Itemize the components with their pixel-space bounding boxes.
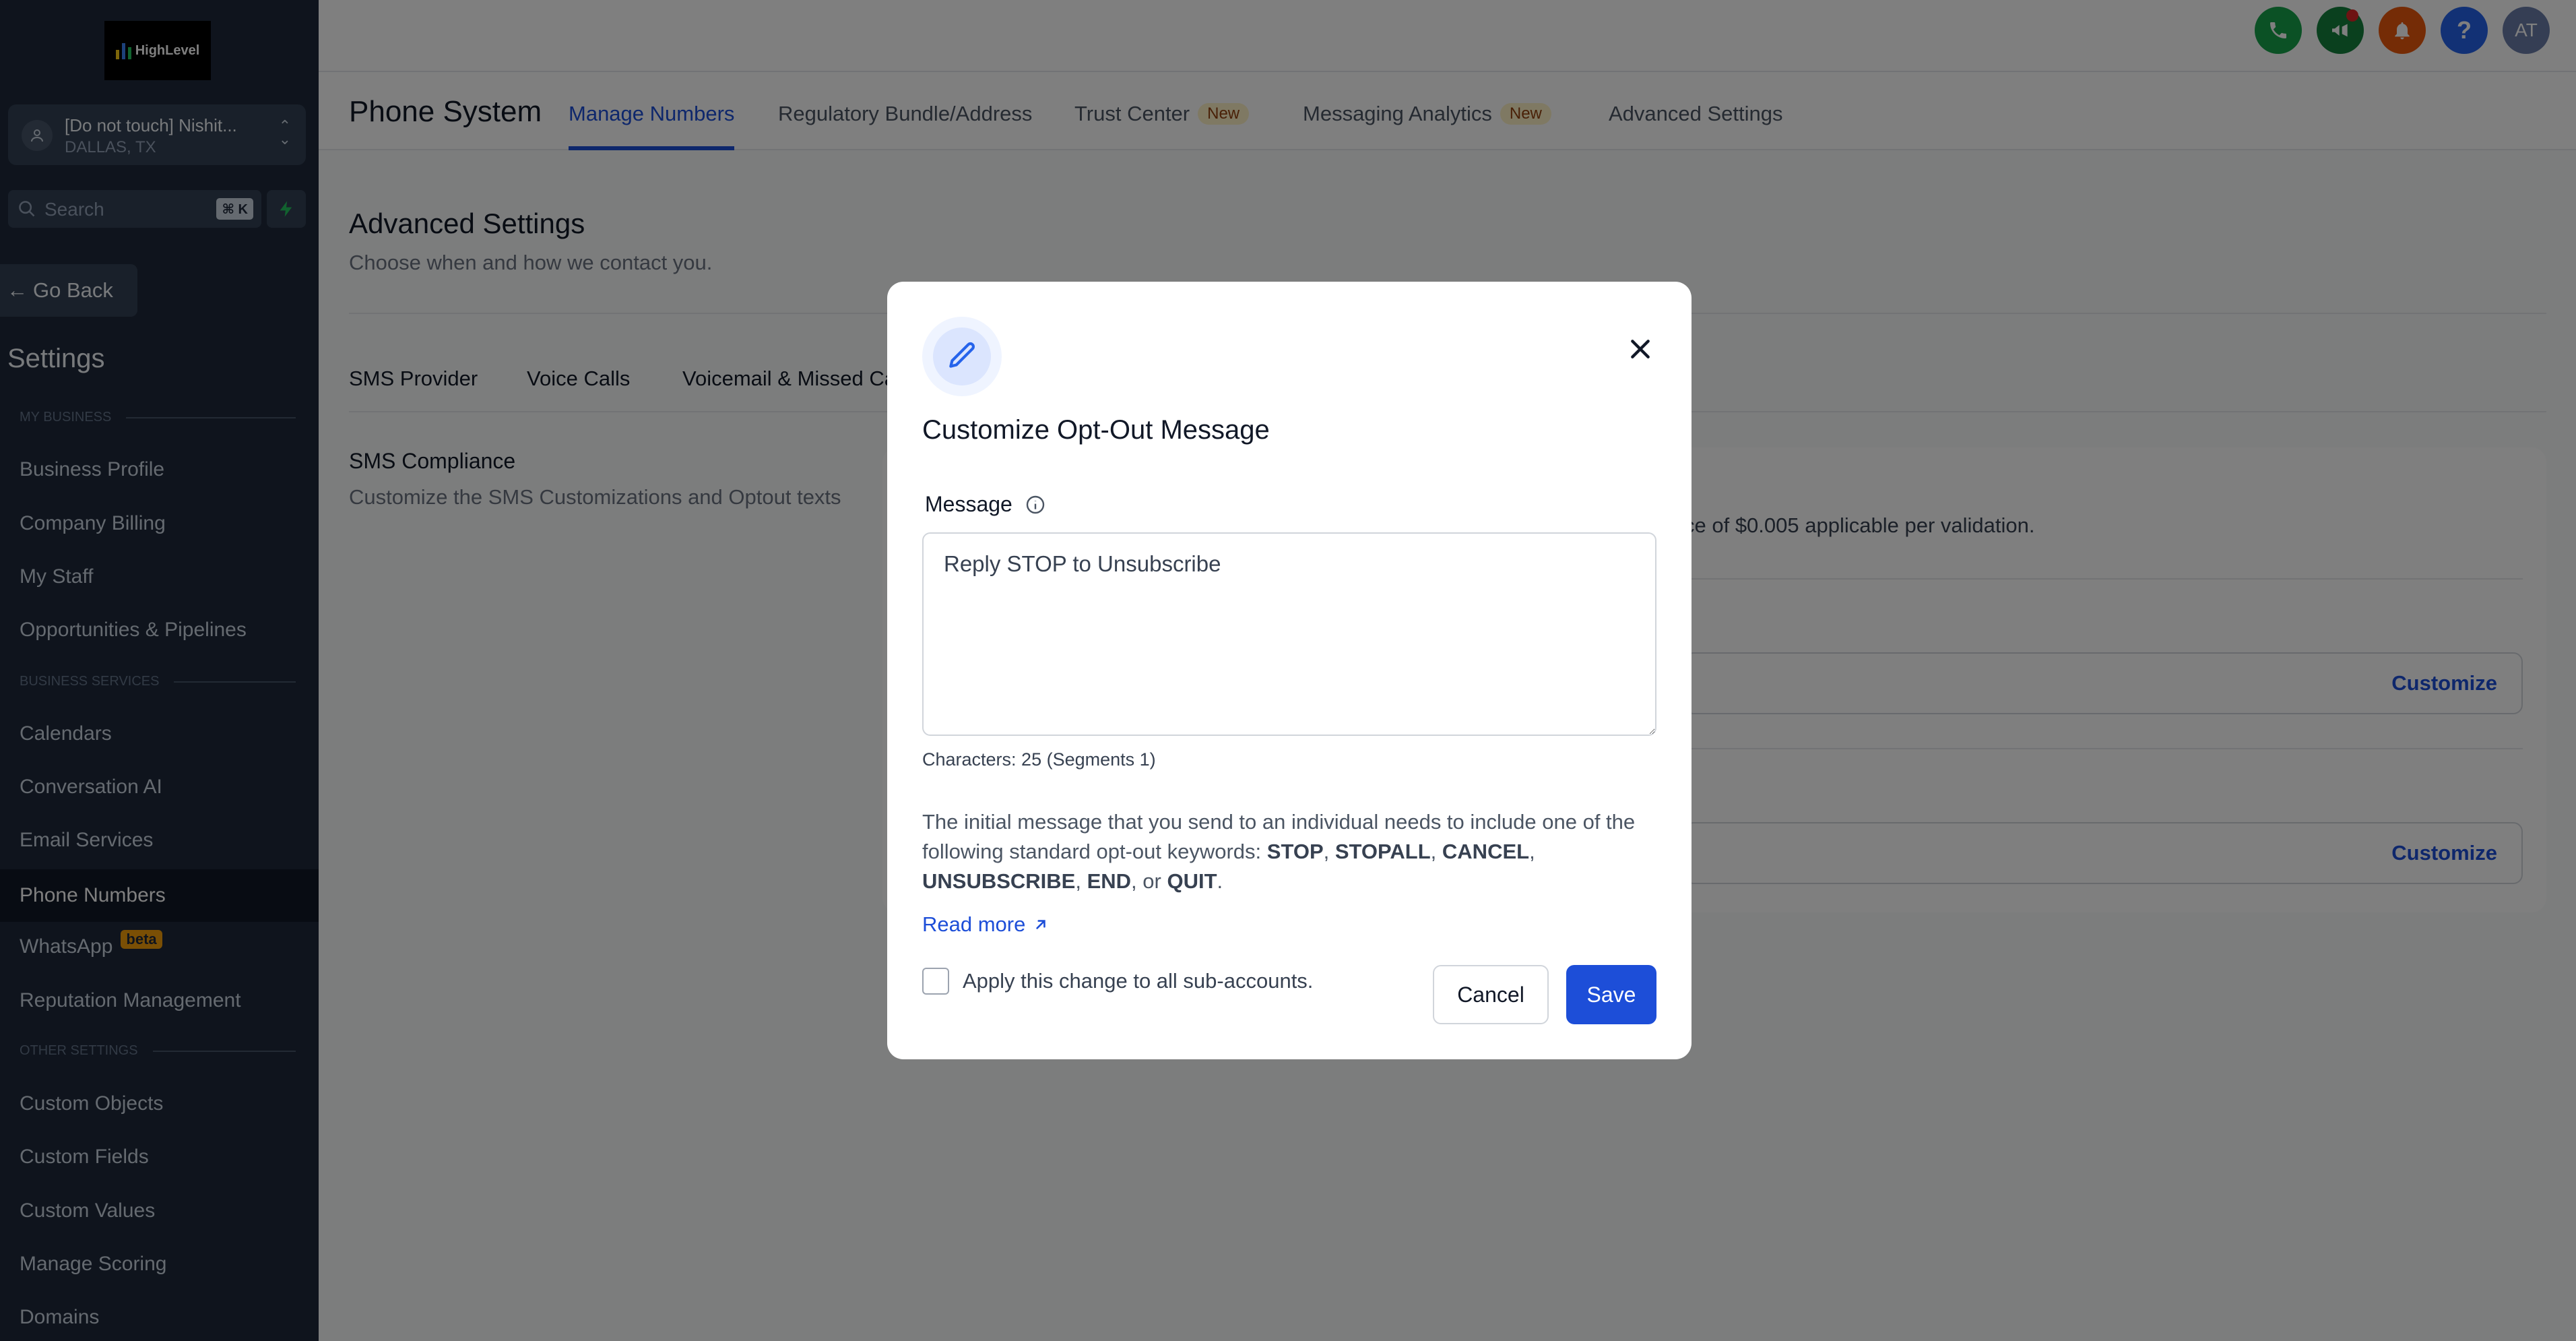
close-icon[interactable] <box>1627 336 1654 363</box>
message-textarea[interactable]: Reply STOP to Unsubscribe <box>922 532 1656 736</box>
save-button[interactable]: Save <box>1566 965 1656 1024</box>
opt-out-help-text: The initial message that you send to an … <box>922 810 1636 893</box>
message-label: Message <box>925 492 1046 517</box>
keyword: STOP <box>1266 840 1324 863</box>
checkbox[interactable] <box>922 968 949 995</box>
keyword: STOPALL <box>1334 840 1431 863</box>
read-more-link[interactable]: Read more <box>922 912 1050 937</box>
keyword: UNSUBSCRIBE <box>922 869 1076 893</box>
character-count: Characters: 25 (Segments 1) <box>922 749 1156 770</box>
keyword: END <box>1087 869 1132 893</box>
apply-all-label: Apply this change to all sub-accounts. <box>963 969 1314 993</box>
external-link-icon <box>1036 920 1046 929</box>
info-icon[interactable] <box>1025 494 1046 516</box>
cancel-button[interactable]: Cancel <box>1433 965 1549 1024</box>
modal-title: Customize Opt-Out Message <box>922 415 1270 445</box>
keyword: QUIT <box>1167 869 1217 893</box>
apply-all-checkbox[interactable]: Apply this change to all sub-accounts. <box>922 968 1313 995</box>
pencil-icon <box>949 342 975 368</box>
modal-icon <box>922 317 1002 396</box>
customize-opt-out-modal: Customize Opt-Out Message Message Reply … <box>887 282 1692 1059</box>
keyword: CANCEL <box>1442 840 1530 863</box>
